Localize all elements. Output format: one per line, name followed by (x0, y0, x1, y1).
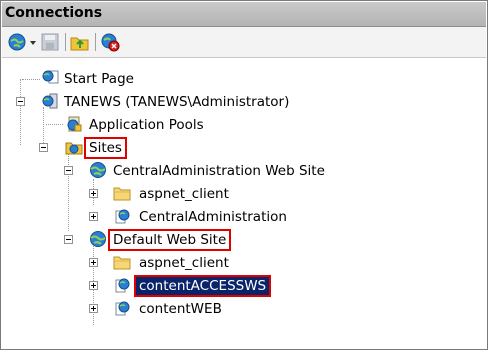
server-icon (42, 93, 58, 109)
tree-node-central-aspnet[interactable]: aspnet_client (139, 185, 229, 203)
tree-node-central-app[interactable]: CentralAdministration (139, 208, 287, 226)
tree-node-content-web[interactable]: contentWEB (139, 300, 222, 318)
panel-title: Connections (5, 5, 103, 21)
tree-node-default-aspnet[interactable]: aspnet_client (139, 254, 229, 272)
expand-toggle[interactable] (89, 304, 98, 313)
tree-node-start-page[interactable]: Start Page (64, 70, 134, 88)
tree-line (20, 79, 22, 145)
collapse-toggle[interactable] (39, 143, 48, 152)
toolbar-separator (95, 33, 96, 51)
expand-toggle[interactable] (89, 212, 98, 221)
save-icon[interactable] (40, 32, 60, 52)
collapse-toggle[interactable] (64, 235, 73, 244)
folder-icon (113, 187, 131, 201)
expand-toggle[interactable] (89, 258, 98, 267)
connections-tree: Start Page TANEWS (TANEWS\Administrator)… (2, 58, 486, 348)
web-site-globe-icon (90, 162, 106, 178)
tree-node-sites[interactable]: Sites (84, 137, 127, 159)
expand-toggle[interactable] (89, 189, 98, 198)
dropdown-arrow-icon[interactable] (29, 32, 37, 52)
tree-node-central-site[interactable]: CentralAdministration Web Site (113, 162, 325, 180)
application-icon (115, 301, 130, 316)
collapse-toggle[interactable] (16, 97, 25, 106)
connections-panel: Connections Start Page TANEWS (TANEWS\Ad… (0, 0, 488, 350)
connect-globe-icon[interactable] (8, 32, 28, 52)
tree-line (46, 124, 63, 126)
tree-node-server[interactable]: TANEWS (TANEWS\Administrator) (64, 93, 289, 111)
disconnect-icon[interactable] (100, 32, 120, 52)
toolbar (2, 27, 486, 58)
web-site-globe-icon (90, 231, 106, 247)
toolbar-separator (65, 33, 66, 51)
app-pools-icon (67, 116, 82, 132)
panel-header: Connections (2, 2, 486, 27)
folder-up-icon[interactable] (70, 32, 90, 52)
start-page-icon (42, 70, 59, 84)
application-icon (115, 278, 130, 293)
tree-node-app-pools[interactable]: Application Pools (89, 116, 204, 134)
tree-line (22, 79, 40, 81)
folder-icon (113, 256, 131, 270)
expand-toggle[interactable] (89, 281, 98, 290)
tree-node-default-site[interactable]: Default Web Site (108, 229, 232, 251)
collapse-toggle[interactable] (64, 166, 73, 175)
application-icon (115, 209, 130, 224)
sites-folder-icon (65, 142, 83, 155)
tree-node-content-access[interactable]: contentACCESSWS (134, 275, 272, 297)
